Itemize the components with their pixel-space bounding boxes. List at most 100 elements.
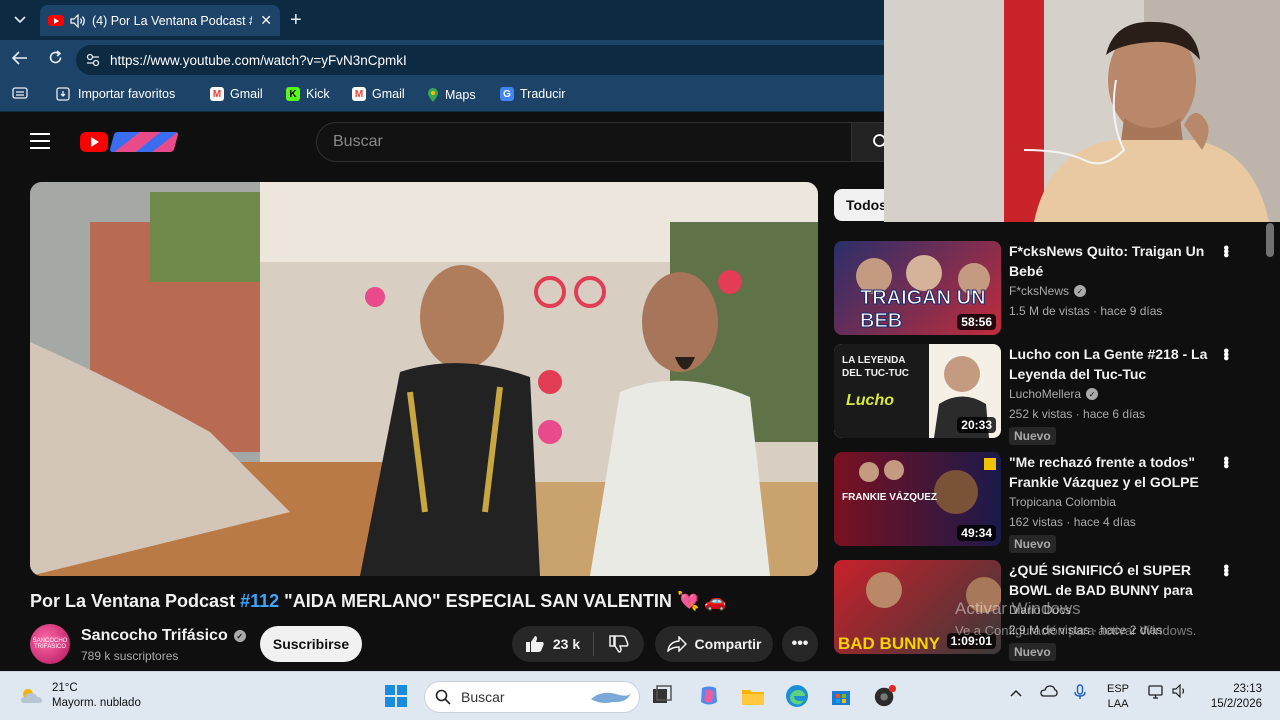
video-title[interactable]: Lucho con La Gente #218 - La Leyenda del… [1009,344,1209,384]
cloudy-weather-icon [21,689,42,703]
back-arrow-icon[interactable] [11,50,28,70]
video-title[interactable]: ¿QUÉ SIGNIFICÓ el SUPER BOWL de BAD BUNN… [1009,560,1209,600]
more-actions-button[interactable]: ••• [782,626,818,662]
address-bar[interactable]: https://www.youtube.com/watch?v=yFvN3nCp… [76,45,896,75]
video-metadata: 252 k vistas · hace 6 días [1009,407,1146,421]
task-view-icon[interactable] [650,684,674,708]
bookmark-label: Gmail [230,87,263,101]
video-duration: 20:33 [957,417,996,433]
system-clock[interactable]: 23:13 15/2/2026 [1196,682,1262,712]
channel-avatar[interactable]: SANCOCHO TRIFÁSICO [30,624,70,664]
close-tab-icon[interactable]: ✕ [260,12,272,29]
weather-description: Mayorm. nublado [52,697,141,709]
bookmark-gmail-2[interactable]: M Gmail [352,87,405,101]
reload-icon[interactable] [48,50,63,70]
windows-taskbar: 21°C Mayorm. nublado Buscar ESP LAA 23:1… [0,671,1280,720]
scrollbar-thumb[interactable] [1266,223,1274,257]
cloud-sync-icon[interactable] [1040,684,1058,701]
file-explorer-icon[interactable] [741,684,765,708]
more-vertical-icon[interactable]: ••• [1217,348,1234,359]
gmail-icon: M [352,87,366,101]
more-vertical-icon[interactable]: ••• [1217,456,1234,467]
video-player[interactable] [30,182,818,576]
bookmark-kick[interactable]: K Kick [286,87,330,101]
search-box [316,122,852,162]
more-vertical-icon[interactable]: ••• [1217,245,1234,256]
video-frame [30,182,818,576]
channel-name-text[interactable]: Tropicana Colombia [1009,495,1116,509]
title-emoji: 💘 🚗 [676,591,727,611]
bookmark-maps[interactable]: Maps [427,87,476,103]
activation-watermark-title: Activar Windows [955,599,1081,618]
copilot-icon[interactable] [697,684,721,708]
keyboard-layout: LAA [1107,698,1129,710]
import-icon [56,87,70,101]
network-icon[interactable] [1148,684,1166,703]
video-thumbnail[interactable]: TRAIGAN UN BEB 58:56 [834,241,1001,335]
microsoft-store-icon[interactable] [829,684,853,708]
like-dislike-group: 23 k [512,626,644,662]
taskbar-search[interactable]: Buscar [424,681,640,713]
sidebar-toggle-icon[interactable] [12,87,28,99]
browser-tab[interactable]: (4) Por La Ventana Podcast #1 ✕ [40,5,280,36]
weather-widget[interactable]: 21°C Mayorm. nublado [18,681,141,711]
tab-search-button[interactable] [8,8,32,32]
recommendation-item[interactable]: TRAIGAN UN BEB 58:56 F*cksNews Quito: Tr… [834,241,1264,337]
thumbnail-caption: FRANKIE VÁZQUEZ [842,492,937,503]
subscriber-count: 789 k suscriptores [81,649,179,663]
bookmark-import[interactable]: Importar favoritos [56,87,175,101]
recommendation-item[interactable]: FRANKIE VÁZQUEZ 49:34 "Me rechazó frente… [834,452,1264,553]
channel-name[interactable]: LuchoMellera ✓ [1009,387,1099,401]
menu-icon[interactable] [30,133,50,149]
channel-name-text[interactable]: Sancocho Trifásico [81,627,228,645]
verified-check-icon: ✓ [233,630,246,642]
thumbs-down-icon [609,635,629,653]
video-title[interactable]: F*cksNews Quito: Traigan Un Bebé [1009,241,1209,281]
input-language[interactable]: ESP LAA [1107,682,1129,712]
volume-icon[interactable] [1172,683,1188,701]
channel-name[interactable]: F*cksNews ✓ [1009,284,1087,298]
scrollbar[interactable] [1266,223,1274,671]
clock-date: 15/2/2026 [1210,698,1262,710]
chevron-down-icon [14,16,26,24]
dislike-button[interactable] [594,635,644,653]
microphone-icon[interactable] [1074,684,1086,703]
more-vertical-icon[interactable]: ••• [1217,564,1234,575]
video-thumbnail[interactable]: FRANKIE VÁZQUEZ 49:34 [834,452,1001,546]
edge-browser-icon[interactable] [785,684,809,708]
video-thumbnail[interactable]: LA LEYENDA DEL TUC-TUC Lucho 20:33 [834,344,1001,438]
webcam-overlay [884,0,1280,222]
site-info-icon[interactable] [86,53,100,67]
thumbnail-caption: BAD BUNNY [838,634,940,653]
obs-recording-icon[interactable] [873,684,897,708]
bookmark-label: Traducir [520,87,566,101]
bookmark-translate[interactable]: G Traducir [500,87,565,101]
url-text[interactable]: https://www.youtube.com/watch?v=yFvN3nCp… [110,53,407,68]
windows-start-icon[interactable] [384,684,408,708]
verified-check-icon: ✓ [1074,285,1087,297]
video-title[interactable]: "Me rechazó frente a todos" Frankie Vázq… [1009,452,1209,492]
new-tab-button[interactable]: + [290,9,302,32]
bookmark-gmail-1[interactable]: M Gmail [210,87,263,101]
video-title-rest: "AIDA MERLANO" ESPECIAL SAN VALENTIN [284,591,672,611]
channel-name-text[interactable]: F*cksNews [1009,284,1069,298]
more-horizontal-icon: ••• [791,635,809,652]
speaker-icon[interactable] [70,13,86,28]
show-hidden-icons-chevron-icon[interactable] [1010,684,1022,700]
channel-name[interactable]: Sancocho Trifásico ✓ [81,627,246,645]
channel-name[interactable]: Tropicana Colombia [1009,495,1116,509]
video-metadata: 162 vistas · hace 4 días [1009,515,1136,529]
search-icon [435,689,451,705]
recommendation-item[interactable]: LA LEYENDA DEL TUC-TUC Lucho 20:33 Lucho… [834,344,1264,445]
like-count: 23 k [552,636,581,652]
hashtag-link[interactable]: #112 [240,591,279,611]
like-button[interactable]: 23 k [512,632,594,656]
translate-icon: G [500,87,514,101]
webcam-image [884,0,1280,222]
channel-name-text[interactable]: LuchoMellera [1009,387,1081,401]
lang-code: ESP [1107,683,1130,695]
search-input[interactable] [333,133,851,151]
share-button[interactable]: Compartir [655,626,773,662]
subscribe-button[interactable]: Suscribirse [260,626,362,662]
youtube-logo[interactable] [80,132,179,152]
